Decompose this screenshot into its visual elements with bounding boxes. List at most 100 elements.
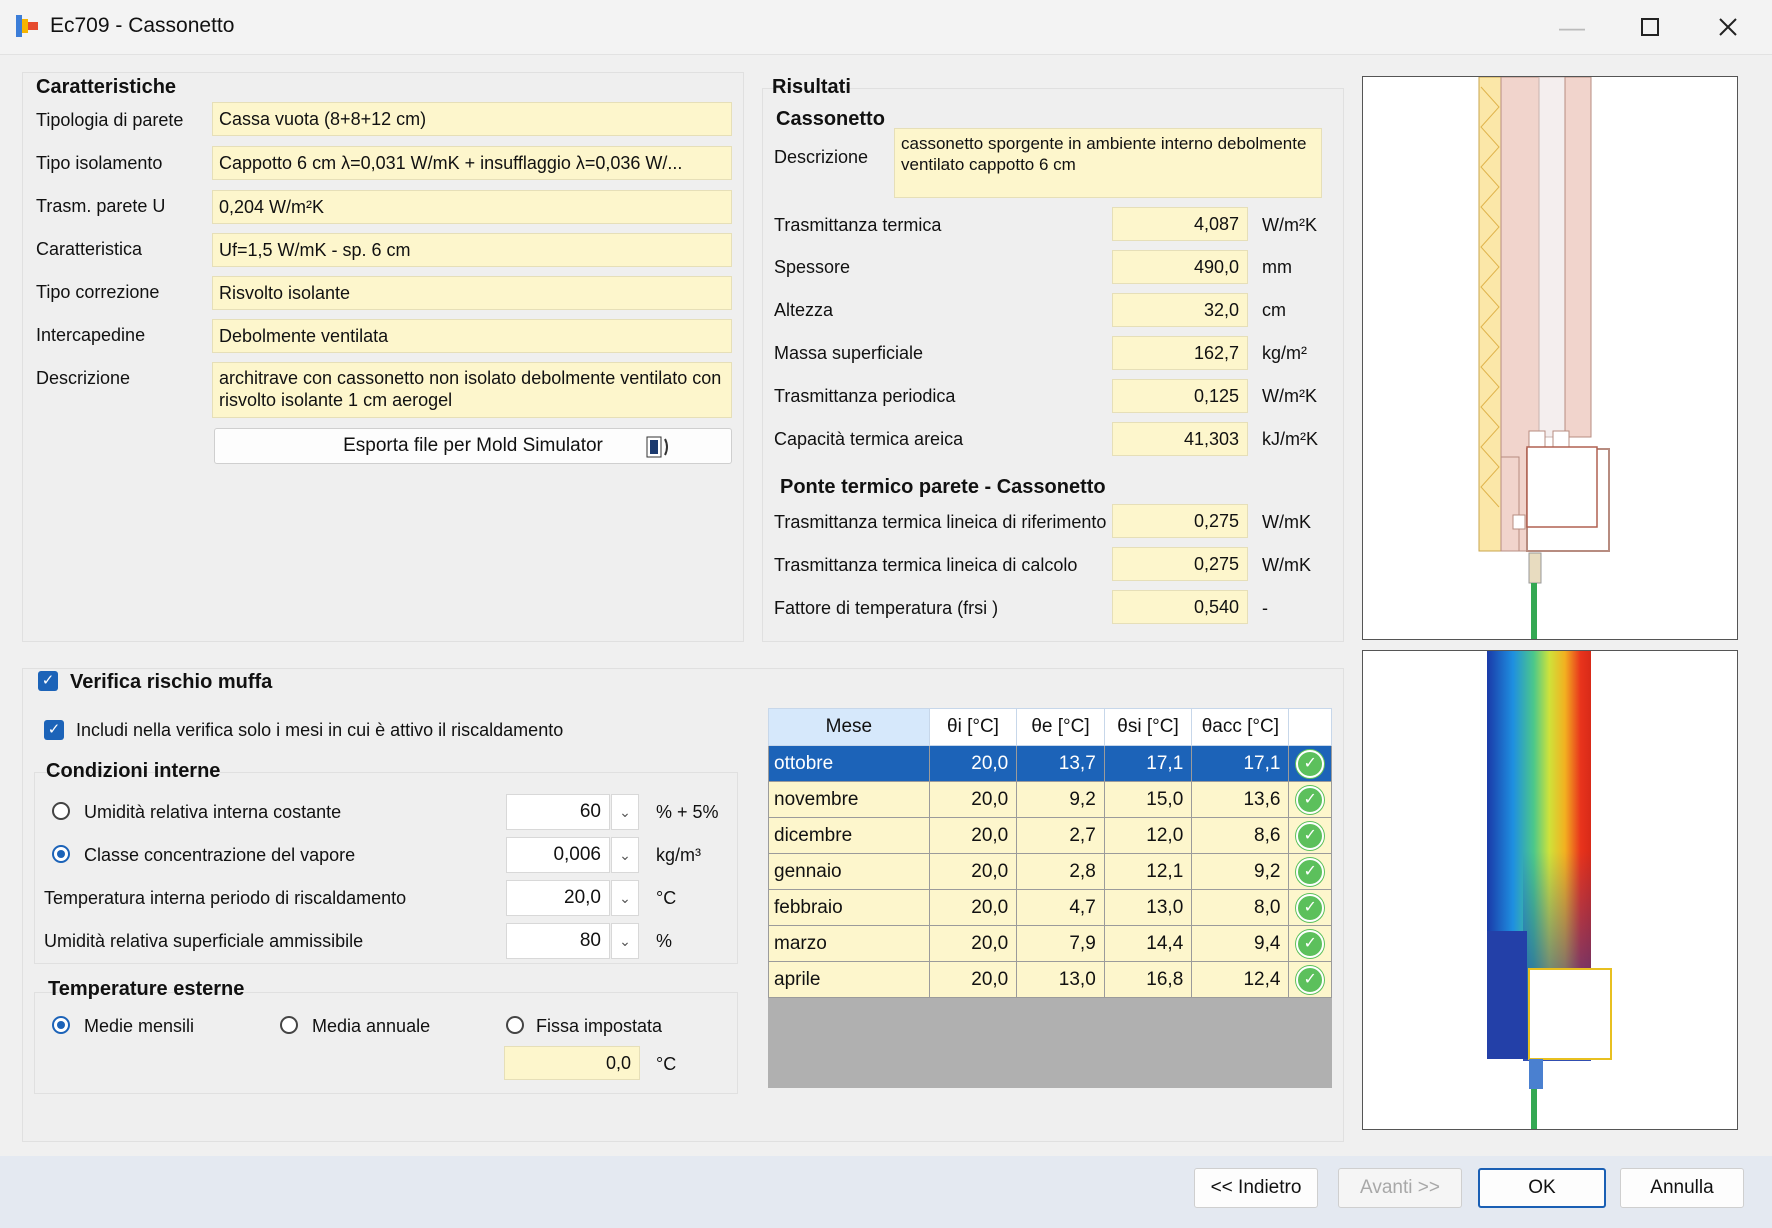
cell-mese: gennaio <box>768 853 930 890</box>
back-button[interactable]: << Indietro <box>1194 1168 1318 1208</box>
spessore-unit: mm <box>1262 257 1292 277</box>
massa-unit: kg/m² <box>1262 343 1307 363</box>
cell-mese: marzo <box>768 925 930 962</box>
descrizione-field[interactable]: architrave con cassonetto non isolato de… <box>212 362 732 418</box>
includi-checkbox[interactable]: ✓ <box>44 720 64 740</box>
fissa-impostata-radio[interactable] <box>506 1016 524 1034</box>
col-theta-e[interactable]: θe [°C] <box>1016 708 1105 746</box>
cell-theta-acc: 13,6 <box>1191 781 1290 818</box>
cell-theta-i: 20,0 <box>928 745 1018 782</box>
col-theta-i[interactable]: θi [°C] <box>928 708 1018 746</box>
capacita-label: Capacità termica areica <box>774 429 964 449</box>
lineica-calc-label: Trasmittanza termica lineica di calcolo <box>774 555 1078 575</box>
media-annuale-radio[interactable] <box>280 1016 298 1034</box>
next-button[interactable]: Avanti >> <box>1338 1168 1462 1208</box>
frsi-value: 0,540 <box>1112 590 1248 624</box>
table-row[interactable]: gennaio 20,0 2,8 12,1 9,2 ✓ <box>768 853 1332 890</box>
wall-section-drawing <box>1362 76 1738 640</box>
caratteristica-field[interactable]: Uf=1,5 W/mK - sp. 6 cm <box>212 233 732 267</box>
col-theta-si[interactable]: θsi [°C] <box>1103 708 1193 746</box>
tipologia-field[interactable]: Cassa vuota (8+8+12 cm) <box>212 102 732 136</box>
col-theta-acc[interactable]: θacc [°C] <box>1191 708 1290 746</box>
medie-mensili-label[interactable]: Medie mensili <box>84 1016 194 1037</box>
lineica-rif-label: Trasmittanza termica lineica di riferime… <box>774 512 1107 532</box>
cell-theta-e: 9,2 <box>1016 781 1105 818</box>
lineica-calc-value: 0,275 <box>1112 547 1248 581</box>
cell-mese: febbraio <box>768 889 930 926</box>
tipo-isolamento-label: Tipo isolamento <box>36 153 163 173</box>
umidita-costante-label[interactable]: Umidità relativa interna costante <box>84 802 341 823</box>
classe-input[interactable]: 0,006 <box>506 837 610 873</box>
cell-theta-e: 7,9 <box>1016 925 1105 962</box>
umid-sup-input[interactable]: 80 <box>506 923 610 959</box>
ok-button[interactable]: OK <box>1478 1168 1606 1208</box>
table-row[interactable]: aprile 20,0 13,0 16,8 12,4 ✓ <box>768 961 1332 998</box>
export-mold-button[interactable]: Esporta file per Mold Simulator <box>214 428 732 464</box>
umidita-costante-unit: % + 5% <box>656 802 719 822</box>
umidita-costante-dropdown[interactable]: ⌄ <box>611 794 639 830</box>
check-ok-icon: ✓ <box>1296 965 1325 994</box>
trasmittanza-unit: W/m²K <box>1262 215 1317 235</box>
check-ok-icon: ✓ <box>1296 749 1325 778</box>
medie-mensili-radio[interactable] <box>52 1016 70 1034</box>
cell-theta-si: 14,4 <box>1103 925 1193 962</box>
cell-theta-i: 20,0 <box>928 889 1018 926</box>
verifica-muffa-label[interactable]: Verifica rischio muffa <box>70 671 272 694</box>
fissa-unit: °C <box>656 1054 677 1074</box>
fissa-value-field[interactable]: 0,0 <box>504 1046 640 1080</box>
temp-int-dropdown[interactable]: ⌄ <box>611 880 639 916</box>
temp-int-input[interactable]: 20,0 <box>506 880 610 916</box>
table-row[interactable]: novembre 20,0 9,2 15,0 13,6 ✓ <box>768 781 1332 818</box>
umidita-costante-input[interactable]: 60 <box>506 794 610 830</box>
lineica-calc-unit: W/mK <box>1262 555 1311 575</box>
trasmittanza-value: 4,087 <box>1112 207 1248 241</box>
minimize-icon[interactable]: — <box>1552 10 1592 44</box>
temp-int-label: Temperatura interna periodo di riscaldam… <box>44 888 407 908</box>
mold-simulator-icon <box>645 435 671 459</box>
check-ok-icon: ✓ <box>1296 821 1325 850</box>
trasm-parete-field[interactable]: 0,204 W/m²K <box>212 190 732 224</box>
cell-theta-e: 13,0 <box>1016 961 1105 998</box>
capacita-value: 41,303 <box>1112 422 1248 456</box>
cell-mese: ottobre <box>768 745 930 782</box>
temp-int-unit: °C <box>656 888 677 908</box>
cell-theta-si: 17,1 <box>1103 745 1193 782</box>
media-annuale-label[interactable]: Media annuale <box>312 1016 430 1037</box>
cass-descrizione-field[interactable]: cassonetto sporgente in ambiente interno… <box>894 128 1322 198</box>
classe-radio[interactable] <box>52 845 70 863</box>
col-mese[interactable]: Mese <box>768 708 930 746</box>
check-ok-icon: ✓ <box>1296 929 1325 958</box>
lineica-rif-unit: W/mK <box>1262 512 1311 532</box>
col-status <box>1288 708 1332 746</box>
classe-label[interactable]: Classe concentrazione del vapore <box>84 845 355 866</box>
close-icon[interactable] <box>1708 10 1748 44</box>
table-row[interactable]: marzo 20,0 7,9 14,4 9,4 ✓ <box>768 925 1332 962</box>
altezza-label: Altezza <box>774 300 834 320</box>
cell-theta-e: 2,8 <box>1016 853 1105 890</box>
classe-unit: kg/m³ <box>656 845 701 865</box>
frsi-label: Fattore di temperatura (frsi ) <box>774 598 999 618</box>
altezza-unit: cm <box>1262 300 1286 320</box>
tipo-isolamento-field[interactable]: Cappotto 6 cm λ=0,031 W/mK + insufflaggi… <box>212 146 732 180</box>
verifica-muffa-checkbox[interactable]: ✓ <box>38 671 58 691</box>
classe-dropdown[interactable]: ⌄ <box>611 837 639 873</box>
tipo-correzione-field[interactable]: Risvolto isolante <box>212 276 732 310</box>
cell-mese: dicembre <box>768 817 930 854</box>
app-icon <box>14 13 40 39</box>
includi-label[interactable]: Includi nella verifica solo i mesi in cu… <box>76 720 563 741</box>
massa-label: Massa superficiale <box>774 343 924 363</box>
cell-theta-acc: 8,0 <box>1191 889 1290 926</box>
umidita-costante-radio[interactable] <box>52 802 70 820</box>
table-row[interactable]: dicembre 20,0 2,7 12,0 8,6 ✓ <box>768 817 1332 854</box>
intercapedine-field[interactable]: Debolmente ventilata <box>212 319 732 353</box>
table-row[interactable]: febbraio 20,0 4,7 13,0 8,0 ✓ <box>768 889 1332 926</box>
umid-sup-dropdown[interactable]: ⌄ <box>611 923 639 959</box>
ponte-heading: Ponte termico parete - Cassonetto <box>780 476 1106 498</box>
check-ok-icon: ✓ <box>1296 893 1325 922</box>
cell-theta-si: 12,1 <box>1103 853 1193 890</box>
table-row[interactable]: ottobre 20,0 13,7 17,1 17,1 ✓ <box>768 745 1332 782</box>
fissa-impostata-label[interactable]: Fissa impostata <box>536 1016 662 1037</box>
maximize-icon[interactable] <box>1630 10 1670 44</box>
cancel-button[interactable]: Annulla <box>1620 1168 1744 1208</box>
umid-sup-label: Umidità relativa superficiale ammissibil… <box>44 931 364 951</box>
